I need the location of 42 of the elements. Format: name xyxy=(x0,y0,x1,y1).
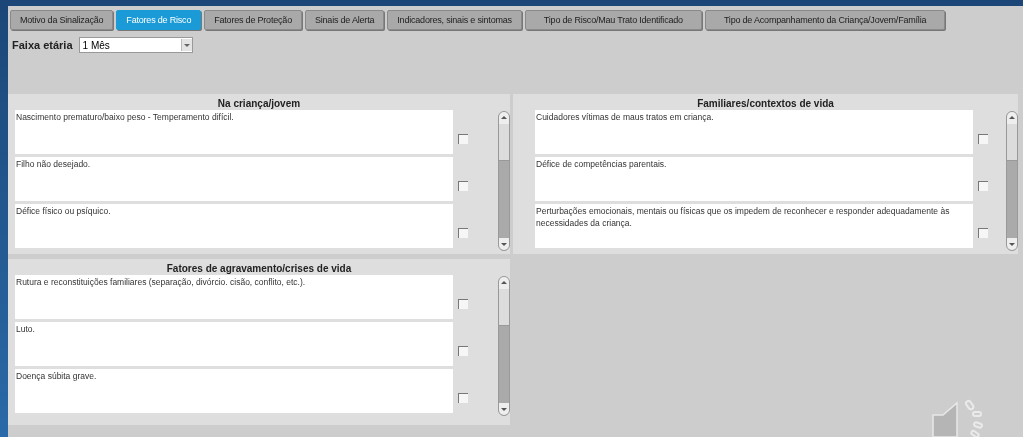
item-text: Défice físico ou psíquico. xyxy=(15,204,453,248)
scroll-down-icon[interactable] xyxy=(1007,238,1017,250)
item-text: Cuidadores vítimas de maus tratos em criança. xyxy=(535,110,973,154)
checkbox[interactable] xyxy=(458,134,468,144)
item-text: Filho não desejado. xyxy=(15,157,453,201)
panel-title: Familiares/contextos de vida xyxy=(696,97,835,110)
panel-title: Na criança/jovem xyxy=(216,97,302,110)
tab[interactable]: Fatores de Proteção xyxy=(204,10,302,30)
checkbox[interactable] xyxy=(978,134,988,144)
tab[interactable]: Tipo de Acompanhamento da Criança/Jovem/Família xyxy=(704,10,946,30)
scrollbar[interactable] xyxy=(498,111,510,251)
item-text: Rutura e reconstituições familiares (separação, divórcio. cisão, conflito, etc.). xyxy=(15,275,453,319)
tab[interactable]: Motivo da Sinalização xyxy=(10,10,114,30)
scroll-thumb[interactable] xyxy=(499,289,509,326)
checkbox[interactable] xyxy=(458,393,468,403)
checkbox[interactable] xyxy=(458,346,468,356)
caret-icon xyxy=(180,39,192,51)
tab[interactable]: Tipo de Risco/Mau Trato Identificado xyxy=(524,10,702,30)
checkbox[interactable] xyxy=(458,228,468,238)
scrollbar[interactable] xyxy=(498,276,510,416)
scroll-up-icon[interactable] xyxy=(499,277,509,289)
tab[interactable]: Sinais de Alerta xyxy=(304,10,385,30)
item-text: Perturbações emocionais, mentais ou físicas que os impedem de reconhecer e responder adequadamente às necessidades da criança. xyxy=(535,204,973,248)
checkbox[interactable] xyxy=(458,299,468,309)
field-label: Faixa etária xyxy=(12,39,73,51)
scroll-thumb[interactable] xyxy=(499,124,509,161)
item-text: Défice de competências parentais. xyxy=(535,157,973,201)
scrollbar[interactable] xyxy=(1006,111,1018,251)
item-text: Luto. xyxy=(15,322,453,366)
item-text: Doença súbita grave. xyxy=(15,369,453,413)
age-dropdown[interactable]: 1 Mês xyxy=(78,37,193,53)
scroll-up-icon[interactable] xyxy=(499,112,509,124)
item-text: Nascimento prematuro/baixo peso - Temperamento difícil. xyxy=(15,110,453,154)
panel-title: Fatores de agravamento/crises de vida xyxy=(165,262,353,275)
scroll-down-icon[interactable] xyxy=(499,403,509,415)
scroll-down-icon[interactable] xyxy=(499,238,509,250)
checkbox[interactable] xyxy=(978,181,988,191)
tab[interactable]: Indicadores, sinais e sintomas xyxy=(387,10,522,30)
scroll-thumb[interactable] xyxy=(1007,124,1017,161)
checkbox[interactable] xyxy=(978,228,988,238)
scroll-up-icon[interactable] xyxy=(1007,112,1017,124)
checkbox[interactable] xyxy=(458,181,468,191)
